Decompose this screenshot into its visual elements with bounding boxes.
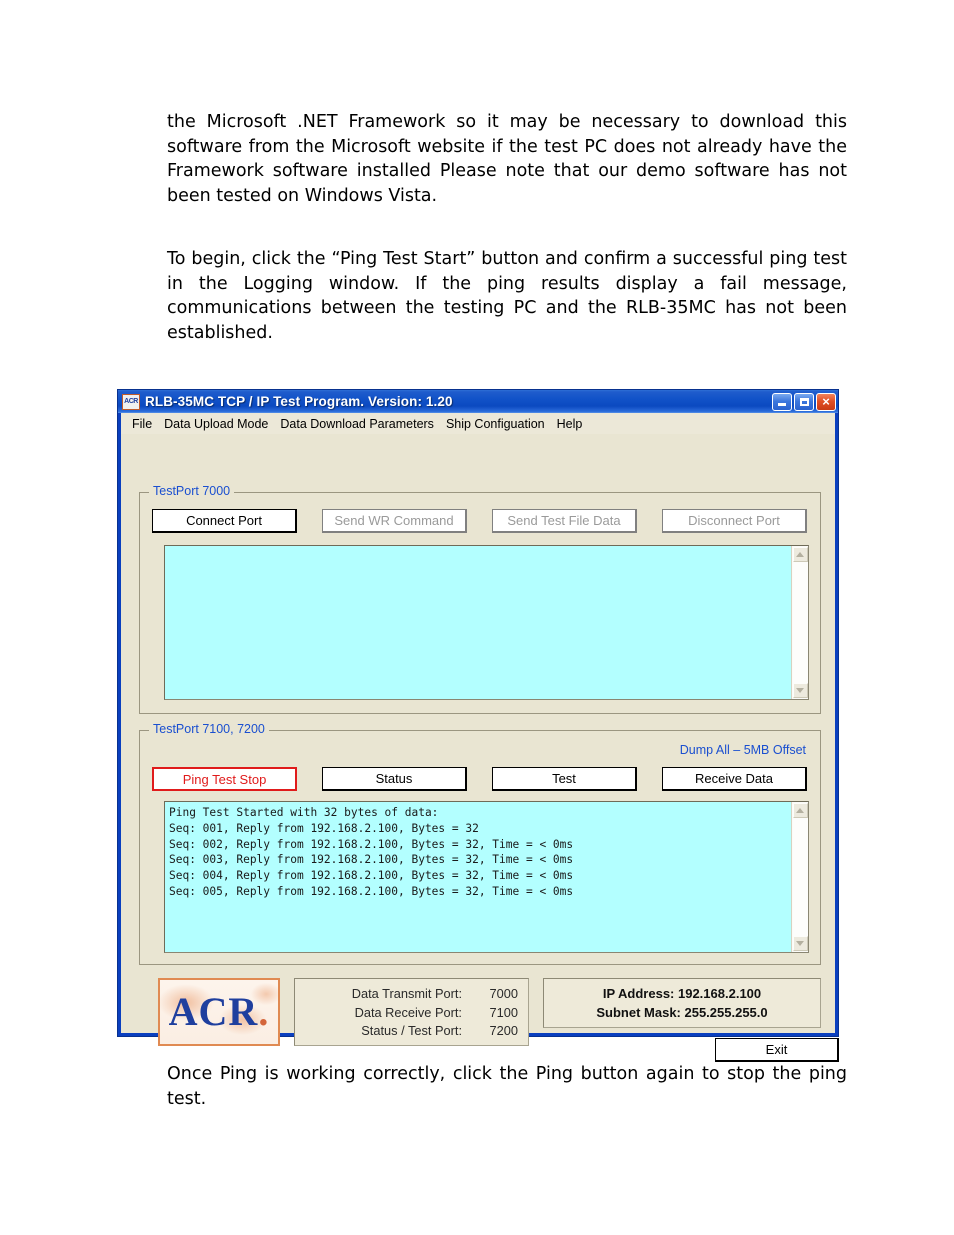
menu-item-help[interactable]: Help [551, 415, 589, 433]
maximize-icon [799, 397, 809, 406]
ip-address-text: IP Address: 192.168.2.100 [602, 986, 762, 1001]
group-testport-7100-7200: TestPort 7100, 7200 Dump All – 5MB Offse… [139, 722, 821, 965]
document-paragraph-2: To begin, click the “Ping Test Start” bu… [167, 249, 847, 343]
scrollbar-track[interactable] [792, 562, 808, 683]
dump-all-offset-label: Dump All – 5MB Offset [679, 743, 806, 757]
title-bar[interactable]: ACR RLB-35MC TCP / IP Test Program. Vers… [118, 390, 838, 413]
ping-log-text: Ping Test Started with 32 bytes of data:… [169, 806, 574, 898]
close-icon: × [822, 394, 830, 409]
document-paragraph-3: Once Ping is working correctly, click th… [167, 1064, 847, 1109]
status-test-port-label: Status / Test Port: [361, 1023, 462, 1038]
port-row: Data Receive Port: 7100 [295, 1004, 518, 1023]
send-test-file-data-button[interactable]: Send Test File Data [492, 509, 637, 533]
ping-log-area[interactable]: Ping Test Started with 32 bytes of data:… [164, 801, 809, 953]
connection-log-area[interactable] [164, 545, 809, 700]
acr-app-icon-label: ACR [124, 398, 138, 405]
menu-item-ship-configuation[interactable]: Ship Configuation [440, 415, 551, 433]
ping-log-scrollbar[interactable] [791, 802, 808, 952]
acr-logo-text: ACR. [169, 992, 270, 1032]
data-receive-port-value: 7100 [489, 1004, 518, 1020]
ports-panel: Data Transmit Port: 7000 Data Receive Po… [294, 978, 529, 1046]
acr-app-icon: ACR [122, 393, 140, 410]
chevron-down-icon [796, 688, 804, 693]
connect-port-button[interactable]: Connect Port [152, 509, 297, 533]
status-button[interactable]: Status [322, 767, 467, 791]
acr-logo-dot: . [258, 989, 270, 1034]
status-area: ACR. Data Transmit Port: 7000 Data Recei… [139, 974, 839, 1066]
data-transmit-port-value: 7000 [489, 986, 518, 1001]
network-info-panel: IP Address: 192.168.2.100 Subnet Mask: 2… [543, 978, 821, 1028]
scroll-up-button[interactable] [792, 803, 808, 818]
chevron-up-icon [796, 808, 804, 813]
acr-logo: ACR. [158, 978, 280, 1046]
disconnect-port-button[interactable]: Disconnect Port [662, 509, 807, 533]
receive-data-button[interactable]: Receive Data [662, 767, 807, 791]
document-paragraph-1: the Microsoft .NET Framework so it may b… [167, 112, 847, 206]
client-area: TestPort 7000 Connect Port Send WR Comma… [121, 434, 839, 1062]
scroll-up-button[interactable] [792, 547, 808, 562]
menu-item-data-upload-mode[interactable]: Data Upload Mode [158, 415, 274, 433]
subnet-mask-text: Subnet Mask: 255.255.255.0 [596, 1005, 768, 1020]
application-window: ACR RLB-35MC TCP / IP Test Program. Vers… [118, 390, 839, 1062]
minimize-button[interactable] [772, 392, 792, 411]
chevron-down-icon [796, 941, 804, 946]
menu-bar: File Data Upload Mode Data Download Para… [121, 413, 835, 435]
group-1-button-row: Connect Port Send WR Command Send Test F… [152, 509, 807, 533]
menu-item-file[interactable]: File [126, 415, 158, 433]
group-testport-7000-label: TestPort 7000 [149, 484, 235, 498]
port-row: Data Transmit Port: 7000 [295, 985, 518, 1004]
minimize-icon [778, 403, 786, 406]
menu-item-data-download-parameters[interactable]: Data Download Parameters [274, 415, 440, 433]
acr-logo-word: ACR [168, 989, 259, 1034]
scrollbar-track[interactable] [792, 818, 808, 936]
connection-log-scrollbar[interactable] [791, 546, 808, 699]
scroll-down-button[interactable] [792, 936, 808, 951]
group-2-button-row: Ping Test Stop Status Test Receive Data [152, 767, 807, 791]
maximize-button[interactable] [794, 392, 814, 411]
port-row: Status / Test Port: 7200 [295, 1022, 518, 1041]
window-title: RLB-35MC TCP / IP Test Program. Version:… [145, 394, 453, 409]
close-button[interactable]: × [816, 392, 836, 411]
test-button[interactable]: Test [492, 767, 637, 791]
group-testport-7100-7200-label: TestPort 7100, 7200 [149, 722, 269, 736]
data-receive-port-label: Data Receive Port: [354, 1004, 462, 1020]
status-test-port-value: 7200 [489, 1023, 518, 1038]
send-wr-command-button[interactable]: Send WR Command [322, 509, 467, 533]
data-transmit-port-label: Data Transmit Port: [351, 986, 462, 1001]
exit-button[interactable]: Exit [715, 1038, 839, 1062]
connection-log-text [165, 546, 791, 699]
group-testport-7000: TestPort 7000 Connect Port Send WR Comma… [139, 484, 821, 714]
scroll-down-button[interactable] [792, 683, 808, 698]
ping-test-stop-button[interactable]: Ping Test Stop [152, 767, 297, 791]
chevron-up-icon [796, 552, 804, 557]
